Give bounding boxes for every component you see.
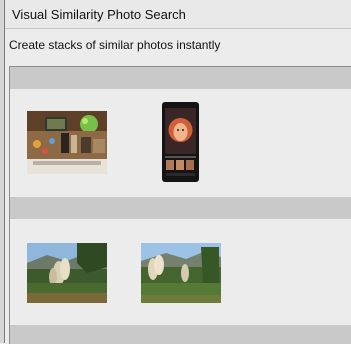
photo-thumbnail-party-room[interactable] [27, 111, 107, 174]
dialog-subtitle: Create stacks of similar photos instantl… [9, 38, 221, 52]
stack-group-header[interactable] [10, 197, 351, 219]
title-bar[interactable]: Visual Similarity Photo Search [5, 0, 351, 29]
stack-group-row [10, 219, 351, 325]
similar-photo-stacks-list[interactable] [9, 66, 351, 344]
photo-thumbnail-pampas-grass-2[interactable] [141, 243, 221, 303]
stack-group-row [10, 89, 351, 197]
window-title: Visual Similarity Photo Search [12, 7, 186, 22]
photo-thumbnail-phone-portrait[interactable] [162, 102, 199, 182]
stack-group-header[interactable] [10, 67, 351, 89]
visual-similarity-dialog: Visual Similarity Photo Search Create st… [4, 0, 351, 344]
stack-group-header[interactable] [10, 325, 351, 344]
photo-thumbnail-pampas-grass-1[interactable] [27, 243, 107, 303]
